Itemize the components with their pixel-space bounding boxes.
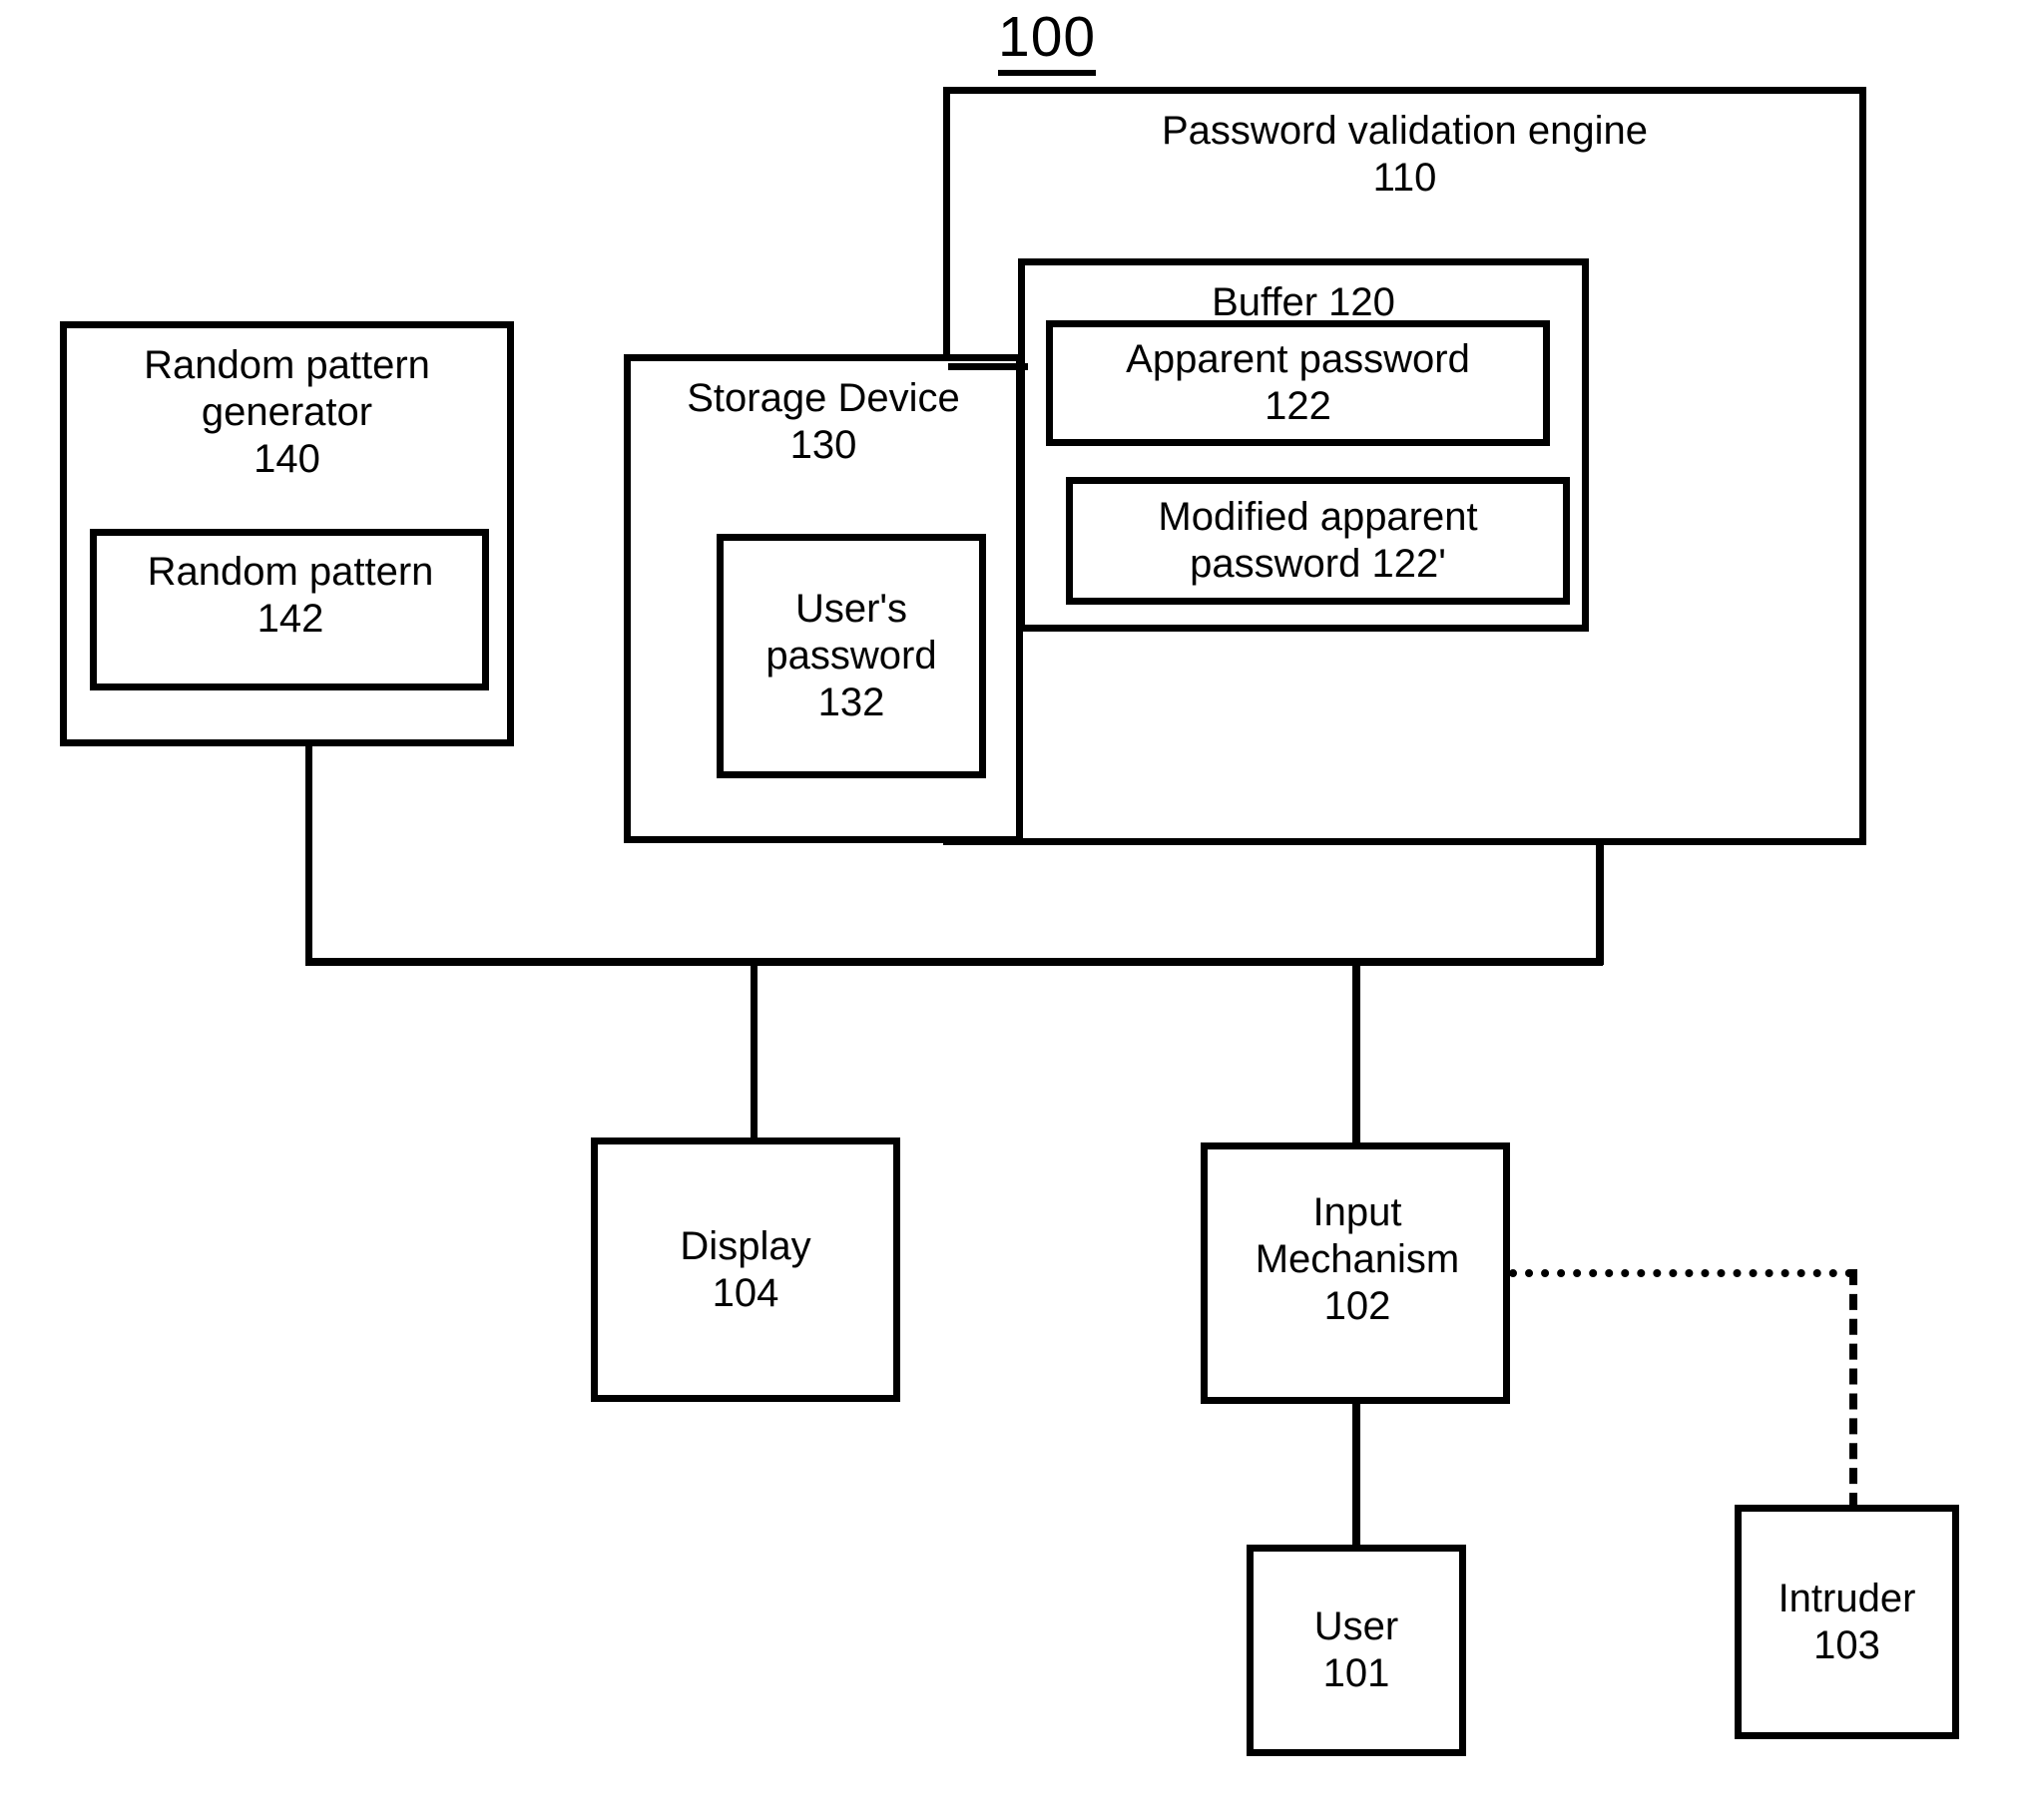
apparent-password-label: Apparent password 122 (1126, 337, 1470, 428)
intruder-box: Intruder 103 (1735, 1505, 1959, 1739)
apparent-password-box: Apparent password 122 (1046, 320, 1550, 446)
connector-storage-device-to-password-engine (948, 363, 1028, 370)
connector-input-mechanism-to-user (1352, 1402, 1360, 1547)
display-box: Display 104 (591, 1138, 900, 1402)
random-pattern-label: Random pattern 142 (147, 550, 434, 641)
figure-number: 100 (998, 7, 1097, 76)
users-password-box: User's password 132 (717, 534, 986, 778)
users-password-label: User's password 132 (765, 587, 937, 724)
modified-apparent-password-box: Modified apparent password 122' (1066, 477, 1570, 605)
system-bus (305, 958, 1603, 966)
random-pattern-generator-label: Random pattern generator 140 (144, 343, 430, 481)
input-mechanism-label: Input Mechanism 102 (1255, 1190, 1460, 1328)
connector-engine-to-bus-vertical (1596, 843, 1604, 965)
buffer-label: Buffer 120 (1212, 280, 1395, 324)
storage-device-label: Storage Device 130 (687, 376, 960, 467)
patent-figure-canvas: 100 Password validation engine 110 Buffe… (0, 0, 2029, 1820)
intruder-label: Intruder 103 (1777, 1576, 1916, 1667)
password-validation-engine-label: Password validation engine 110 (1162, 109, 1648, 200)
connector-bus-to-input-mechanism (1352, 958, 1360, 1142)
user-box: User 101 (1247, 1545, 1466, 1756)
connector-input-mechanism-to-intruder-vertical (1849, 1269, 1857, 1509)
modified-apparent-password-label: Modified apparent password 122' (1158, 495, 1478, 586)
connector-generator-to-bus-vertical (305, 743, 312, 965)
connector-input-mechanism-to-intruder-horizontal (1509, 1269, 1853, 1277)
connector-bus-to-display (751, 958, 758, 1138)
user-label: User 101 (1313, 1604, 1399, 1695)
display-label: Display 104 (680, 1223, 811, 1315)
